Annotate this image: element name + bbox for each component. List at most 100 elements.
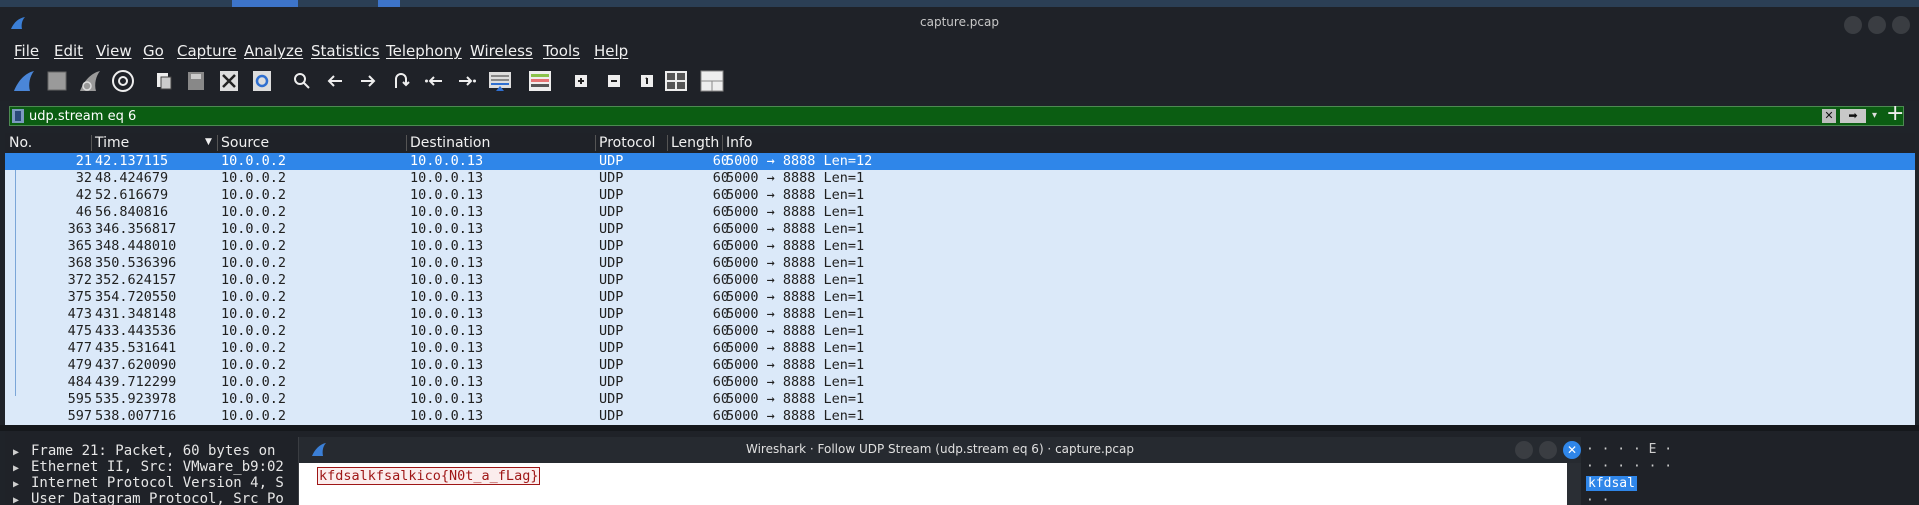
first-packet-icon[interactable] bbox=[421, 68, 447, 94]
bookmark-icon[interactable] bbox=[12, 109, 24, 123]
cell-dst: 10.0.0.13 bbox=[410, 374, 484, 390]
detail-udp[interactable]: ▶ User Datagram Protocol, Src Po bbox=[13, 491, 284, 505]
menu-file[interactable]: File bbox=[14, 42, 39, 60]
expand-arrow-icon[interactable]: ▶ bbox=[13, 447, 31, 458]
cell-proto: UDP bbox=[599, 187, 624, 203]
layout-icon[interactable] bbox=[699, 68, 725, 94]
table-row[interactable]: 479 437.620090 10.0.0.2 10.0.0.13 UDP 60 5000 … bbox=[5, 357, 1915, 374]
dialog-scrollbar[interactable] bbox=[1567, 463, 1581, 505]
gear-options-icon[interactable] bbox=[110, 68, 136, 94]
expand-arrow-icon[interactable]: ▶ bbox=[13, 495, 31, 505]
minimize-button[interactable] bbox=[1844, 16, 1862, 34]
stream-content-area[interactable]: kfdsalkfsalkico{N0t_a_fLag} bbox=[299, 463, 1567, 505]
menu-go[interactable]: Go bbox=[143, 42, 164, 60]
menu-help[interactable]: Help bbox=[594, 42, 628, 60]
cell-src: 10.0.0.2 bbox=[221, 204, 287, 220]
menu-telephony[interactable]: Telephony bbox=[386, 42, 462, 60]
back-arrow-icon[interactable] bbox=[322, 68, 348, 94]
table-row[interactable]: 365 348.448010 10.0.0.2 10.0.0.13 UDP 60 5000 … bbox=[5, 238, 1915, 255]
table-row[interactable]: 46 56.840816 10.0.0.2 10.0.0.13 UDP 60 5000 → … bbox=[5, 204, 1915, 221]
shark-fin-start-icon[interactable] bbox=[11, 68, 37, 94]
column-length[interactable]: Length bbox=[671, 135, 719, 151]
table-row[interactable]: 21 42.137115 10.0.0.2 10.0.0.13 UDP 60 5000 → … bbox=[5, 153, 1915, 170]
menu-wireless[interactable]: Wireless bbox=[470, 42, 533, 60]
cell-proto: UDP bbox=[599, 374, 624, 390]
search-icon[interactable] bbox=[289, 68, 315, 94]
table-row[interactable]: 595 535.923978 10.0.0.2 10.0.0.13 UDP 60 5000 … bbox=[5, 391, 1915, 408]
close-file-icon[interactable] bbox=[216, 68, 242, 94]
taskbar-item[interactable] bbox=[232, 0, 298, 7]
column-separator[interactable] bbox=[722, 135, 723, 151]
shark-fin-restart-icon[interactable] bbox=[77, 68, 103, 94]
column-time[interactable]: Time bbox=[95, 135, 129, 151]
last-packet-icon[interactable] bbox=[454, 68, 480, 94]
cell-src: 10.0.0.2 bbox=[221, 272, 287, 288]
table-row[interactable]: 484 439.712299 10.0.0.2 10.0.0.13 UDP 60 5000 … bbox=[5, 374, 1915, 391]
window-title: capture.pcap bbox=[920, 15, 999, 29]
column-protocol[interactable]: Protocol bbox=[599, 135, 655, 151]
menu-capture[interactable]: Capture bbox=[177, 42, 237, 60]
cell-no: 372 bbox=[67, 272, 92, 288]
cell-dst: 10.0.0.13 bbox=[410, 357, 484, 373]
column-separator[interactable] bbox=[91, 135, 92, 151]
stop-square-icon[interactable] bbox=[44, 68, 70, 94]
display-filter-input[interactable] bbox=[29, 108, 1819, 124]
autoscroll-icon[interactable] bbox=[487, 68, 513, 94]
expand-arrow-icon[interactable]: ▶ bbox=[13, 479, 31, 490]
cell-src: 10.0.0.2 bbox=[221, 221, 287, 237]
menu-tools[interactable]: Tools bbox=[543, 42, 580, 60]
column-no[interactable]: No. bbox=[9, 135, 32, 151]
column-source[interactable]: Source bbox=[221, 135, 269, 151]
table-row[interactable]: 32 48.424679 10.0.0.2 10.0.0.13 UDP 60 5000 → … bbox=[5, 170, 1915, 187]
column-separator[interactable] bbox=[217, 135, 218, 151]
go-to-packet-icon[interactable] bbox=[388, 68, 414, 94]
add-filter-button[interactable]: + bbox=[1886, 101, 1904, 126]
menu-edit[interactable]: Edit bbox=[54, 42, 83, 60]
apply-filter-button[interactable]: ➡ bbox=[1840, 109, 1866, 123]
column-separator[interactable] bbox=[595, 135, 596, 151]
table-row[interactable]: 597 538.007716 10.0.0.2 10.0.0.13 UDP 60 5000 … bbox=[5, 408, 1915, 425]
column-separator[interactable] bbox=[406, 135, 407, 151]
cell-dst: 10.0.0.13 bbox=[410, 272, 484, 288]
zoom-out-icon[interactable] bbox=[601, 68, 627, 94]
menu-statistics[interactable]: Statistics bbox=[311, 42, 380, 60]
cell-time: 42.137115 bbox=[95, 153, 169, 169]
table-row[interactable]: 475 433.443536 10.0.0.2 10.0.0.13 UDP 60 5000 … bbox=[5, 323, 1915, 340]
expand-arrow-icon[interactable]: ▶ bbox=[13, 463, 31, 474]
column-info[interactable]: Info bbox=[726, 135, 753, 151]
table-row[interactable]: 375 354.720550 10.0.0.2 10.0.0.13 UDP 60 5000 … bbox=[5, 289, 1915, 306]
dialog-minimize-button[interactable] bbox=[1515, 441, 1533, 459]
taskbar-item[interactable] bbox=[378, 0, 400, 7]
dialog-titlebar: Wireshark · Follow UDP Stream (udp.strea… bbox=[299, 437, 1581, 463]
save-file-icon[interactable] bbox=[183, 68, 209, 94]
close-button[interactable] bbox=[1892, 16, 1910, 34]
dialog-close-button[interactable]: ✕ bbox=[1563, 441, 1581, 459]
maximize-button[interactable] bbox=[1868, 16, 1886, 34]
table-row[interactable]: 473 431.348148 10.0.0.2 10.0.0.13 UDP 60 5000 … bbox=[5, 306, 1915, 323]
reload-file-icon[interactable] bbox=[249, 68, 275, 94]
table-row[interactable]: 363 346.356817 10.0.0.2 10.0.0.13 UDP 60 5000 … bbox=[5, 221, 1915, 238]
cell-src: 10.0.0.2 bbox=[221, 187, 287, 203]
colorize-icon[interactable] bbox=[527, 68, 553, 94]
table-row[interactable]: 368 350.536396 10.0.0.2 10.0.0.13 UDP 60 5000 … bbox=[5, 255, 1915, 272]
column-destination[interactable]: Destination bbox=[410, 135, 490, 151]
detail-ethernet[interactable]: ▶ Ethernet II, Src: VMware_b9:02 bbox=[13, 459, 284, 475]
column-separator[interactable] bbox=[667, 135, 668, 151]
detail-ipv4[interactable]: ▶ Internet Protocol Version 4, S bbox=[13, 475, 284, 491]
table-row[interactable]: 372 352.624157 10.0.0.2 10.0.0.13 UDP 60 5000 … bbox=[5, 272, 1915, 289]
menu-view[interactable]: View bbox=[96, 42, 132, 60]
clear-filter-button[interactable]: ✕ bbox=[1822, 109, 1836, 123]
menu-analyze[interactable]: Analyze bbox=[244, 42, 303, 60]
cell-dst: 10.0.0.13 bbox=[410, 391, 484, 407]
open-file-icon[interactable] bbox=[151, 68, 177, 94]
dialog-maximize-button[interactable] bbox=[1539, 441, 1557, 459]
table-row[interactable]: 42 52.616679 10.0.0.2 10.0.0.13 UDP 60 5000 → … bbox=[5, 187, 1915, 204]
resize-columns-icon[interactable] bbox=[663, 68, 689, 94]
detail-frame[interactable]: ▶ Frame 21: Packet, 60 bytes on bbox=[13, 443, 275, 459]
forward-arrow-icon[interactable] bbox=[355, 68, 381, 94]
cell-proto: UDP bbox=[599, 408, 624, 424]
normal-size-icon[interactable] bbox=[634, 68, 660, 94]
table-row[interactable]: 477 435.531641 10.0.0.2 10.0.0.13 UDP 60 5000 … bbox=[5, 340, 1915, 357]
filter-history-dropdown[interactable]: ▾ bbox=[1872, 110, 1877, 121]
zoom-in-icon[interactable] bbox=[568, 68, 594, 94]
